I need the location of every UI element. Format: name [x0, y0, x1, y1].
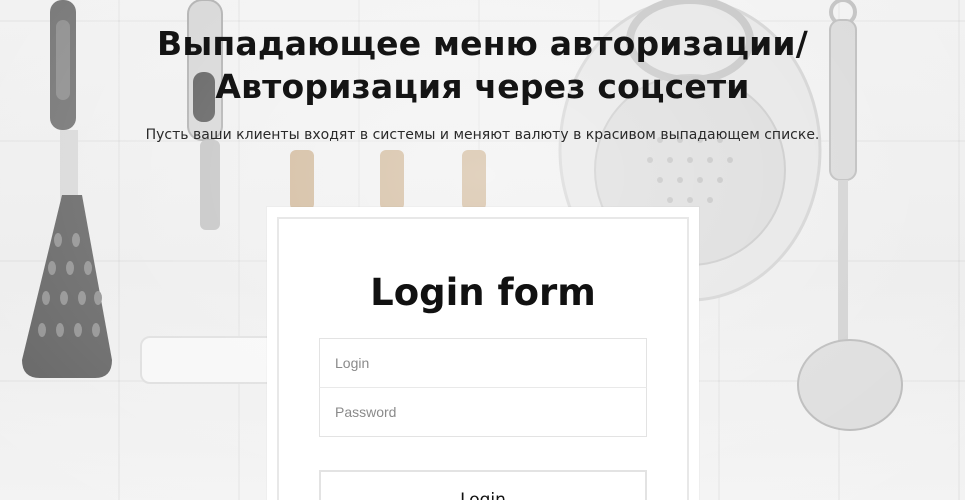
headline-line-1: Выпадающее меню авторизации/ [156, 24, 809, 63]
page-subtitle: Пусть ваши клиенты входят в системы и ме… [145, 127, 820, 143]
page-headline: Выпадающее меню авторизации/ Авторизация… [0, 22, 965, 108]
password-input[interactable] [319, 387, 647, 437]
login-card: Login form Login [267, 207, 699, 500]
login-input[interactable] [319, 338, 647, 388]
login-card-frame: Login form Login [277, 217, 689, 500]
login-button[interactable]: Login [319, 470, 647, 500]
login-form-title: Login form [370, 271, 596, 314]
headline-line-2: Авторизация через соцсети [215, 67, 750, 106]
